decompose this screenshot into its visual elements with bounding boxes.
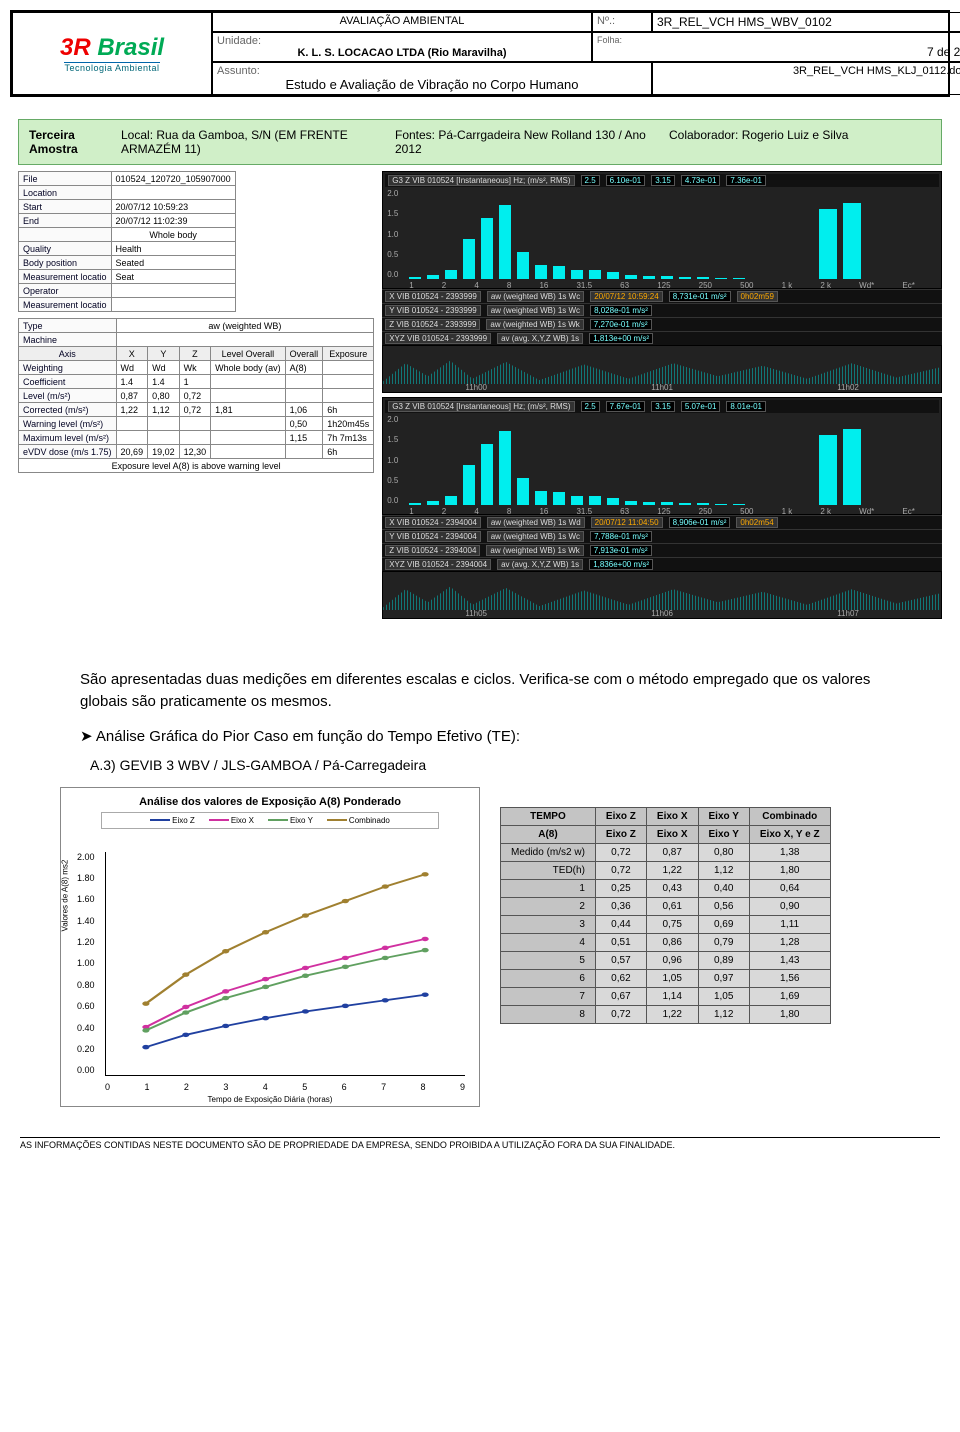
chart-title: Análise dos valores de Exposição A(8) Po…	[61, 788, 479, 812]
assunto-cell: Assunto: Estudo e Avaliação de Vibração …	[212, 62, 652, 95]
sample-band: TerceiraAmostra Local: Rua da Gamboa, S/…	[18, 119, 942, 165]
bullet-analysis: Análise Gráfica do Pior Caso em função d…	[80, 727, 880, 745]
measurement-section: File010524_120720_105907000 Location Sta…	[18, 171, 942, 619]
assunto-value: Estudo e Avaliação de Vibração no Corpo …	[217, 77, 647, 92]
body-paragraph: São apresentadas duas medições em difere…	[80, 669, 880, 713]
doc-ref-code: 3R_REL_VCH HMS_WBV_0102	[652, 12, 960, 32]
chart-y-axis: 0.000.200.400.600.801.001.201.401.601.80…	[77, 852, 95, 1076]
doc-file-ref: 3R_REL_VCH HMS_KLJ_0112.doc	[652, 62, 960, 95]
measurement-table: Typeaw (weighted WB) Machine AxisXYZLeve…	[18, 318, 374, 473]
exposure-note: Exposure level A(8) is above warning lev…	[19, 459, 374, 473]
page: 3R Brasil Tecnologia Ambiental AVALIAÇÃO…	[0, 0, 960, 1164]
chart-plot-area	[105, 852, 465, 1076]
chart-ylabel: Valores de A(8) ms2	[61, 859, 70, 931]
chart-xlabel: Tempo de Exposição Diária (horas)	[61, 1095, 479, 1104]
subsection-a3: A.3) GEVIB 3 WBV / JLS-GAMBOA / Pá-Carre…	[90, 757, 870, 773]
chart-legend: Eixo ZEixo XEixo YCombinado	[101, 812, 439, 829]
logo-3r: 3R	[60, 34, 91, 61]
file-info-table: File010524_120720_105907000 Location Sta…	[18, 171, 236, 312]
a8-line-chart: Análise dos valores de Exposição A(8) Po…	[60, 787, 480, 1107]
no-label: Nº.:	[592, 12, 652, 32]
footer-disclaimer: AS INFORMAÇÕES CONTIDAS NESTE DOCUMENTO …	[20, 1137, 940, 1150]
logo-brand: Brasil	[97, 34, 164, 61]
spectrum-block-1: G3 Z VIB 010524 [Instantaneous] Hz; (m/s…	[382, 171, 942, 393]
doc-title: AVALIAÇÃO AMBIENTAL	[212, 12, 592, 32]
chart-x-axis: 0123456789	[105, 1082, 465, 1092]
spectrum-block-2: G3 Z VIB 010524 [Instantaneous] Hz; (m/s…	[382, 397, 942, 619]
tempo-table: TEMPOEixo ZEixo XEixo YCombinadoA(8)Eixo…	[500, 807, 831, 1024]
sample-local: Local: Rua da Gamboa, S/N (EM FRENTE ARM…	[121, 128, 383, 156]
folha-label: Folha:	[597, 35, 960, 45]
sample-label: TerceiraAmostra	[29, 128, 109, 156]
doc-header: 3R Brasil Tecnologia Ambiental AVALIAÇÃO…	[10, 10, 950, 97]
bottom-section: Análise dos valores de Exposição A(8) Po…	[60, 787, 920, 1107]
logo-subtitle: Tecnologia Ambiental	[64, 62, 159, 73]
unidade-cell: Unidade: K. L. S. LOCACAO LTDA (Rio Mara…	[212, 32, 592, 62]
file-tables: File010524_120720_105907000 Location Sta…	[18, 171, 374, 619]
logo: 3R Brasil Tecnologia Ambiental	[12, 12, 212, 95]
folha-value: 7 de 20	[597, 45, 960, 59]
spectrum-panels: G3 Z VIB 010524 [Instantaneous] Hz; (m/s…	[382, 171, 942, 619]
sample-fontes: Fontes: Pá-Carrgadeira New Rolland 130 /…	[395, 128, 657, 156]
sample-colab: Colaborador: Rogerio Luiz e Silva	[669, 128, 931, 156]
folha-cell: Folha: 7 de 20	[592, 32, 960, 62]
unidade-value: K. L. S. LOCACAO LTDA (Rio Maravilha)	[217, 47, 587, 59]
